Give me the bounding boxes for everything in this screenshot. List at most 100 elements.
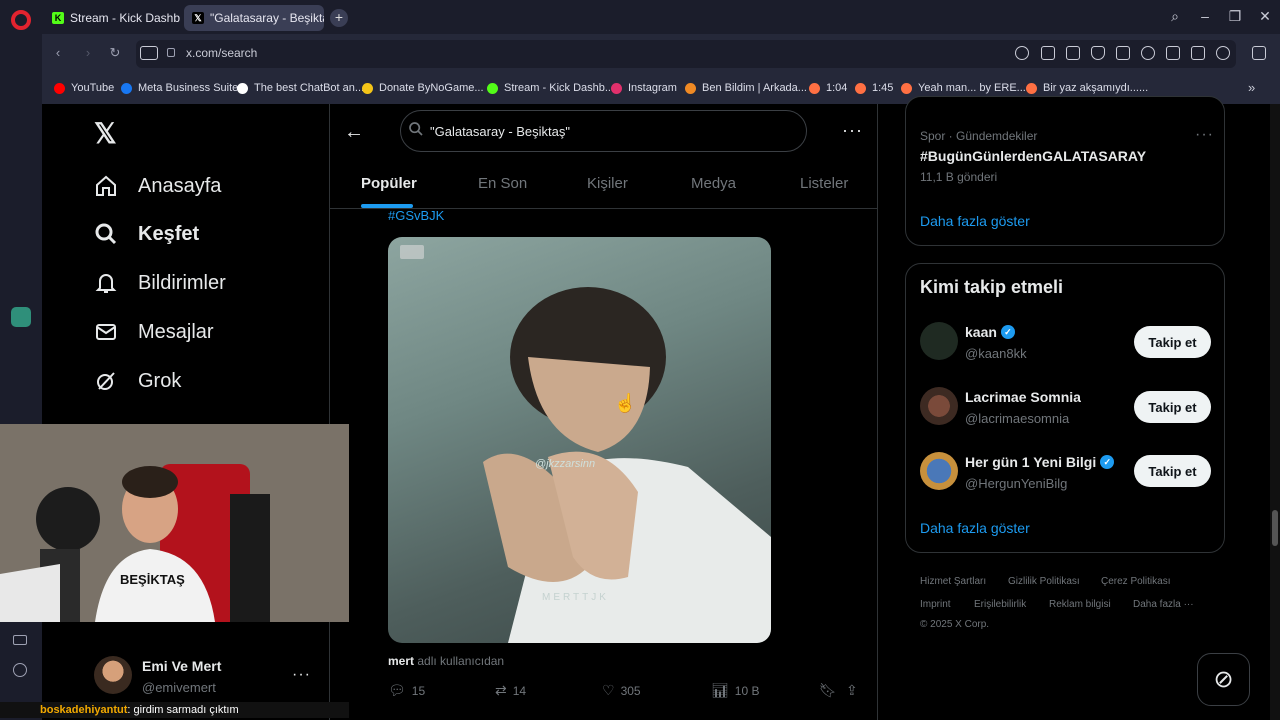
profile-icon[interactable]	[1216, 46, 1230, 60]
repost-button[interactable]: ⇄ 14	[495, 682, 526, 699]
tab-latest[interactable]: En Son	[478, 175, 527, 192]
bookmark-youtube[interactable]: YouTube	[54, 82, 114, 94]
back-icon[interactable]: ‹	[49, 45, 67, 60]
sidebar-device-icon[interactable]	[13, 635, 27, 645]
more-options-icon[interactable]: ···	[842, 120, 863, 141]
grok-button[interactable]: ⊘	[1197, 653, 1250, 706]
trend-more-icon[interactable]: ···	[1195, 126, 1214, 144]
footer-cookies[interactable]: Çerez Politikası	[1101, 576, 1170, 587]
heart-icon[interactable]	[1141, 46, 1155, 60]
search-tabs-icon[interactable]: ⌕	[1165, 8, 1185, 25]
footer-terms[interactable]: Hizmet Şartları	[920, 576, 986, 587]
new-tab-button[interactable]: +	[330, 9, 348, 27]
tab-kick-dashboard[interactable]: K Stream - Kick Dashboard	[44, 5, 180, 31]
tab-x-search[interactable]: 𝕏 "Galatasaray - Beşiktaş	[184, 5, 324, 31]
bookmark-145[interactable]: 1:45	[855, 82, 893, 94]
cursor-hand-icon: ☝	[614, 393, 637, 413]
reload-icon[interactable]: ↻	[106, 45, 124, 61]
camera-icon[interactable]	[1066, 46, 1080, 60]
trend-name[interactable]: #BugünGünlerdenGALATASARAY	[920, 148, 1146, 164]
user-name[interactable]: Her gün 1 Yeni Bilgi ✓	[965, 454, 1115, 470]
more-bookmarks-icon[interactable]: »	[1248, 80, 1255, 95]
footer-more[interactable]: Daha fazla ···	[1133, 599, 1194, 610]
media-icon	[809, 82, 820, 94]
extensions-icon[interactable]	[1252, 46, 1266, 60]
who-to-follow-show-more[interactable]: Daha fazla göster	[920, 520, 1030, 536]
bookmark-meta[interactable]: Meta Business Suite	[121, 82, 238, 94]
nav-explore[interactable]: Keşfet	[94, 222, 199, 246]
bookmark-yeah-man[interactable]: Yeah man... by ERE...	[901, 82, 1026, 94]
lock-icon[interactable]	[167, 48, 175, 57]
nav-messages[interactable]: Mesajlar	[94, 320, 214, 344]
scrollbar-thumb[interactable]	[1272, 510, 1278, 546]
account-name[interactable]: Emi Ve Mert	[142, 658, 221, 674]
bookmark-chatbot[interactable]: The best ChatBot an...	[237, 82, 364, 94]
url-text[interactable]: x.com/search	[186, 46, 257, 60]
account-more-icon[interactable]: ···	[292, 666, 311, 684]
post-video[interactable]	[388, 237, 771, 643]
download-icon[interactable]	[1166, 46, 1180, 60]
tab-people[interactable]: Kişiler	[587, 175, 628, 192]
extension-badge-icon[interactable]	[140, 46, 158, 60]
youtube-icon	[54, 82, 65, 94]
bookmark-bir-yaz[interactable]: Bir yaz akşamıydı......	[1026, 82, 1148, 94]
history-icon[interactable]	[13, 663, 27, 677]
tab-popular[interactable]: Popüler	[361, 175, 417, 192]
search-query[interactable]: "Galatasaray - Beşiktaş"	[430, 124, 570, 139]
footer-imprint[interactable]: Imprint	[920, 599, 951, 610]
follow-button[interactable]: Takip et	[1134, 455, 1211, 487]
reply-button[interactable]: 💬︎ 15	[388, 682, 425, 699]
nav-home[interactable]: Anasayfa	[94, 174, 221, 198]
maximize-icon[interactable]: ❐	[1225, 8, 1245, 25]
nav-grok[interactable]: Grok	[94, 369, 181, 393]
follow-button[interactable]: Takip et	[1134, 326, 1211, 358]
nav-label: Mesajlar	[138, 320, 214, 343]
trends-show-more[interactable]: Daha fazla göster	[920, 213, 1030, 229]
shield-icon[interactable]	[1091, 46, 1105, 60]
zoom-icon[interactable]	[1015, 46, 1029, 60]
bookmark-ben-bildim[interactable]: Ben Bildim | Arkada...	[685, 82, 807, 94]
user-handle: @HergunYeniBilg	[965, 476, 1068, 491]
bookmark-button[interactable]: 🔖︎	[819, 682, 843, 699]
play-icon[interactable]	[1116, 46, 1130, 60]
footer-accessibility[interactable]: Erişilebilirlik	[974, 599, 1026, 610]
chatgpt-icon[interactable]	[11, 307, 31, 327]
tab-lists[interactable]: Listeler	[800, 175, 848, 192]
suggested-user[interactable]	[920, 322, 958, 360]
bookmark-kick[interactable]: Stream - Kick Dashb...	[487, 82, 614, 94]
back-arrow-icon[interactable]: ←	[344, 121, 364, 144]
views-button[interactable]: 📊︎ 10 B	[711, 682, 759, 699]
bookmark-instagram[interactable]: Instagram	[611, 82, 677, 94]
x-logo-icon[interactable]: 𝕏	[94, 117, 117, 150]
chatbot-icon	[237, 82, 248, 94]
tab-label: Stream - Kick Dashboard	[70, 11, 180, 25]
edit-icon[interactable]	[1041, 46, 1055, 60]
like-button[interactable]: ♡ 305	[602, 682, 641, 699]
user-name[interactable]: kaan ✓	[965, 324, 1015, 340]
menu-icon[interactable]	[1191, 46, 1205, 60]
bookmark-bynogame[interactable]: Donate ByNoGame...	[362, 82, 484, 94]
suggested-user[interactable]	[920, 452, 958, 490]
close-icon[interactable]: ✕	[1255, 8, 1275, 25]
account-avatar[interactable]	[94, 656, 132, 694]
source-user[interactable]: mert	[388, 654, 414, 668]
forward-icon[interactable]: ›	[79, 45, 97, 60]
footer-ads-info[interactable]: Reklam bilgisi	[1049, 599, 1111, 610]
opera-logo-icon[interactable]	[11, 10, 31, 30]
share-button[interactable]: ⇪	[846, 682, 864, 699]
avatar	[920, 452, 958, 490]
bookmark-104[interactable]: 1:04	[809, 82, 847, 94]
nav-notifications[interactable]: Bildirimler	[94, 271, 226, 295]
post-hashtag[interactable]: #GSvBJK	[388, 208, 444, 223]
svg-text:BEŞİKTAŞ: BEŞİKTAŞ	[120, 572, 185, 587]
nav-label: Bildirimler	[138, 271, 226, 294]
suggested-user[interactable]	[920, 387, 958, 425]
follow-button[interactable]: Takip et	[1134, 391, 1211, 423]
ben-bildim-icon	[685, 82, 696, 94]
user-name[interactable]: Lacrimae Somnia	[965, 389, 1081, 405]
minimize-icon[interactable]: –	[1195, 8, 1215, 24]
tab-media[interactable]: Medya	[691, 175, 736, 192]
search-icon	[408, 121, 424, 142]
footer-privacy[interactable]: Gizlilik Politikası	[1008, 576, 1080, 587]
scrollbar[interactable]	[1270, 104, 1280, 720]
